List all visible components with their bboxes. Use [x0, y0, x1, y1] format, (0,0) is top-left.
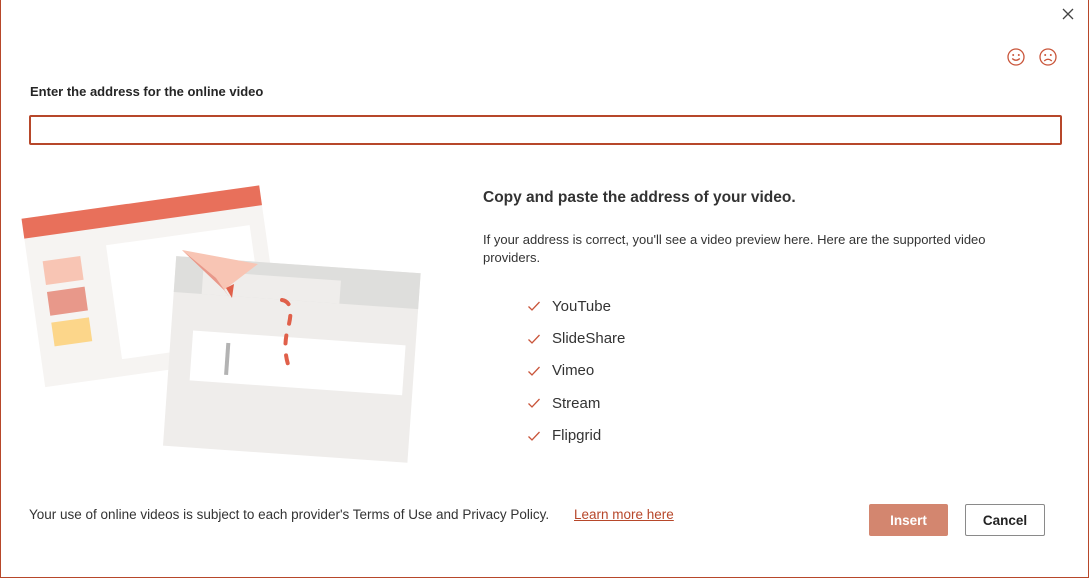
provider-name: YouTube: [552, 297, 611, 315]
smiley-happy-icon: [1007, 48, 1025, 66]
cancel-button[interactable]: Cancel: [965, 504, 1045, 536]
close-button[interactable]: [1058, 4, 1078, 24]
checkmark-icon: [528, 334, 540, 344]
terms-text: Your use of online videos is subject to …: [29, 507, 550, 522]
close-icon: [1062, 8, 1074, 20]
checkmark-icon: [528, 398, 540, 409]
feedback-sad-button[interactable]: [1037, 46, 1059, 68]
provider-item: SlideShare: [527, 322, 625, 354]
provider-item: Flipgrid: [527, 420, 625, 452]
video-address-input[interactable]: [29, 115, 1062, 145]
checkmark-icon: [528, 366, 540, 376]
provider-name: Flipgrid: [552, 427, 602, 445]
provider-name: SlideShare: [552, 330, 626, 348]
provider-name: Stream: [552, 394, 601, 412]
address-label: Enter the address for the online video: [30, 84, 264, 99]
insert-button[interactable]: Insert: [869, 504, 948, 536]
provider-list: YouTube SlideShare Vimeo Stream Flipgrid: [527, 290, 625, 452]
checkmark-icon: [528, 301, 540, 312]
provider-item: Stream: [527, 387, 625, 419]
provider-item: YouTube: [527, 290, 625, 322]
feedback-happy-button[interactable]: [1005, 46, 1027, 68]
info-heading: Copy and paste the address of your video…: [483, 189, 796, 206]
checkmark-icon: [528, 431, 540, 441]
provider-name: Vimeo: [552, 362, 595, 380]
learn-more-link[interactable]: Learn more here: [574, 507, 674, 522]
smiley-sad-icon: [1039, 48, 1057, 66]
info-description: If your address is correct, you'll see a…: [483, 232, 986, 265]
provider-item: Vimeo: [527, 355, 625, 387]
video-paste-illustration: [21, 185, 421, 463]
